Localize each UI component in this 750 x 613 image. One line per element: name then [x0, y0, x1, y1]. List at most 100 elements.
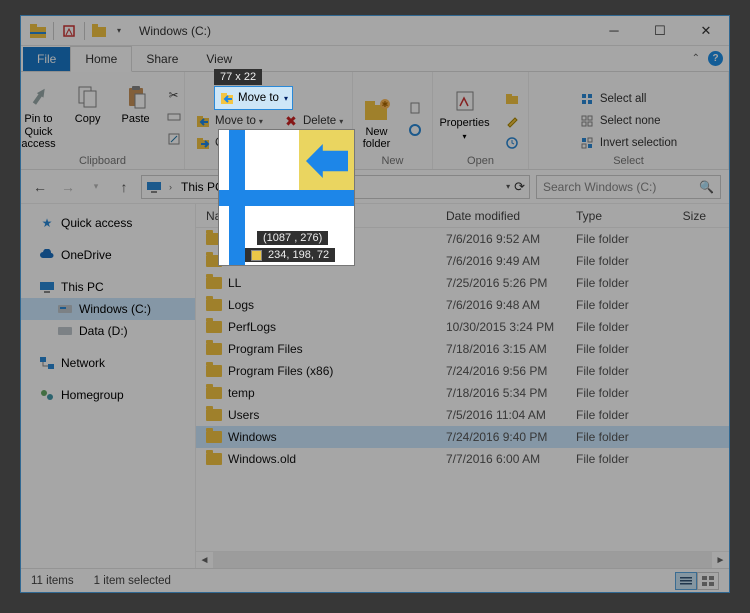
picker-swatch [251, 250, 262, 261]
file-date: 7/24/2016 9:56 PM [446, 364, 576, 378]
tab-share[interactable]: Share [132, 47, 192, 71]
table-row[interactable]: Logs7/6/2016 9:48 AMFile folder [196, 294, 729, 316]
file-name: LL [228, 276, 241, 290]
new-folder-button[interactable]: ✱ New folder [355, 94, 399, 153]
delete-button[interactable]: ✖Delete▾ [279, 111, 350, 131]
table-row[interactable]: Users7/5/2016 11:04 AMFile folder [196, 404, 729, 426]
select-none-button[interactable]: Select none [576, 111, 681, 131]
table-row[interactable]: LL7/25/2016 5:26 PMFile folder [196, 272, 729, 294]
close-button[interactable]: ✕ [683, 16, 729, 46]
new-folder-icon: ✱ [363, 96, 391, 124]
qat-separator [84, 22, 85, 40]
invert-icon [580, 135, 596, 151]
file-name: temp [228, 386, 255, 400]
scroll-left-button[interactable]: ◄ [196, 555, 213, 566]
col-date[interactable]: Date modified [446, 209, 576, 223]
status-selection-count: 1 item selected [94, 575, 171, 587]
search-box[interactable]: Search Windows (C:) 🔍 [536, 175, 721, 199]
copy-button[interactable]: Copy [66, 81, 110, 128]
file-date: 7/5/2016 11:04 AM [446, 408, 576, 422]
sidebar-network[interactable]: Network [21, 352, 195, 374]
thumbnails-view-button[interactable] [697, 572, 719, 590]
help-button[interactable]: ? [708, 51, 723, 66]
tab-home[interactable]: Home [70, 46, 132, 72]
details-view-button[interactable] [675, 572, 697, 590]
tab-view[interactable]: View [192, 47, 246, 71]
sidebar-thispc[interactable]: This PC [21, 276, 195, 298]
table-row[interactable]: PerfLogs10/30/2015 3:24 PMFile folder [196, 316, 729, 338]
qat-properties-icon[interactable] [58, 20, 80, 42]
col-size[interactable]: Size [666, 209, 716, 223]
col-type[interactable]: Type [576, 209, 666, 223]
back-button[interactable]: ← [29, 176, 51, 198]
picker-highlight-move-to[interactable]: Move to ▾ [214, 86, 293, 110]
easy-access-button[interactable] [403, 120, 431, 140]
horizontal-scrollbar[interactable]: ◄ ► [196, 551, 729, 568]
folder-icon [206, 277, 222, 289]
sidebar-drive-c[interactable]: Windows (C:) [21, 298, 195, 320]
new-item-icon [407, 100, 423, 116]
refresh-button[interactable]: ⟳ [514, 179, 525, 195]
homegroup-icon [39, 387, 55, 403]
edit-button[interactable] [500, 111, 528, 131]
move-to-button[interactable]: Move to▾ [191, 111, 267, 131]
sidebar-quick-access[interactable]: ★Quick access [21, 212, 195, 234]
table-row[interactable]: Windows.old7/7/2016 6:00 AMFile folder [196, 448, 729, 470]
file-date: 7/24/2016 9:40 PM [446, 430, 576, 444]
tab-file[interactable]: File [23, 47, 70, 71]
qat-separator [53, 22, 54, 40]
ribbon-tabs: File Home Share View ⌃ ? [21, 46, 729, 72]
table-row[interactable]: Program Files (x86)7/24/2016 9:56 PMFile… [196, 360, 729, 382]
history-button[interactable] [500, 133, 528, 153]
chevron-right-icon[interactable]: › [166, 182, 175, 192]
properties-button[interactable]: Properties▾ [433, 85, 495, 144]
forward-button[interactable]: → [57, 176, 79, 198]
delete-icon: ✖ [283, 113, 299, 129]
ribbon: Pin to Quick access Copy Paste ✂ [21, 72, 729, 170]
maximize-button[interactable]: ☐ [637, 16, 683, 46]
recent-dd[interactable]: ▾ [85, 176, 107, 198]
scissors-icon: ✂ [166, 87, 182, 103]
up-button[interactable]: ↑ [113, 176, 135, 198]
file-date: 7/6/2016 9:49 AM [446, 254, 576, 268]
collapse-ribbon-button[interactable]: ⌃ [692, 53, 700, 64]
sidebar-drive-d[interactable]: Data (D:) [21, 320, 195, 342]
qat-explorer-icon[interactable] [27, 20, 49, 42]
paste-button[interactable]: Paste [114, 81, 158, 128]
search-icon[interactable]: 🔍 [699, 180, 714, 194]
sidebar-homegroup[interactable]: Homegroup [21, 384, 195, 406]
table-row[interactable]: temp7/18/2016 5:34 PMFile folder [196, 382, 729, 404]
address-dd[interactable]: ▾ [506, 182, 510, 191]
open-button[interactable] [500, 89, 528, 109]
file-date: 7/18/2016 5:34 PM [446, 386, 576, 400]
new-item-button[interactable] [403, 98, 431, 118]
group-open-label: Open [467, 155, 494, 167]
file-type: File folder [576, 254, 666, 268]
table-row[interactable]: Program Files7/18/2016 3:15 AMFile folde… [196, 338, 729, 360]
status-bar: 11 items 1 item selected [21, 568, 729, 592]
file-name: Users [228, 408, 259, 422]
table-row[interactable]: Windows7/24/2016 9:40 PMFile folder [196, 426, 729, 448]
minimize-button[interactable]: ─ [591, 16, 637, 46]
sidebar: ★Quick access OneDrive This PC Windows (… [21, 204, 196, 568]
picker-size-tag: 77 x 22 [214, 69, 262, 85]
file-name: Windows.old [228, 452, 296, 466]
file-date: 7/6/2016 9:48 AM [446, 298, 576, 312]
sidebar-onedrive[interactable]: OneDrive [21, 244, 195, 266]
copy-to-icon [195, 135, 211, 151]
file-type: File folder [576, 452, 666, 466]
qat-customize-dd[interactable]: ▾ [113, 20, 125, 42]
star-icon: ★ [39, 215, 55, 231]
file-type: File folder [576, 276, 666, 290]
scroll-right-button[interactable]: ► [712, 555, 729, 566]
folder-icon [206, 453, 222, 465]
file-date: 7/18/2016 3:15 AM [446, 342, 576, 356]
pin-to-quick-access-button[interactable]: Pin to Quick access [15, 81, 61, 153]
select-all-button[interactable]: Select all [576, 89, 681, 109]
title-bar: ▾ Windows (C:) ─ ☐ ✕ [21, 16, 729, 46]
chevron-down-icon: ▾ [284, 94, 288, 103]
invert-selection-button[interactable]: Invert selection [576, 133, 681, 153]
scroll-track[interactable] [213, 552, 712, 568]
qat-newfolder-icon[interactable] [89, 20, 111, 42]
drive-icon [57, 323, 73, 339]
